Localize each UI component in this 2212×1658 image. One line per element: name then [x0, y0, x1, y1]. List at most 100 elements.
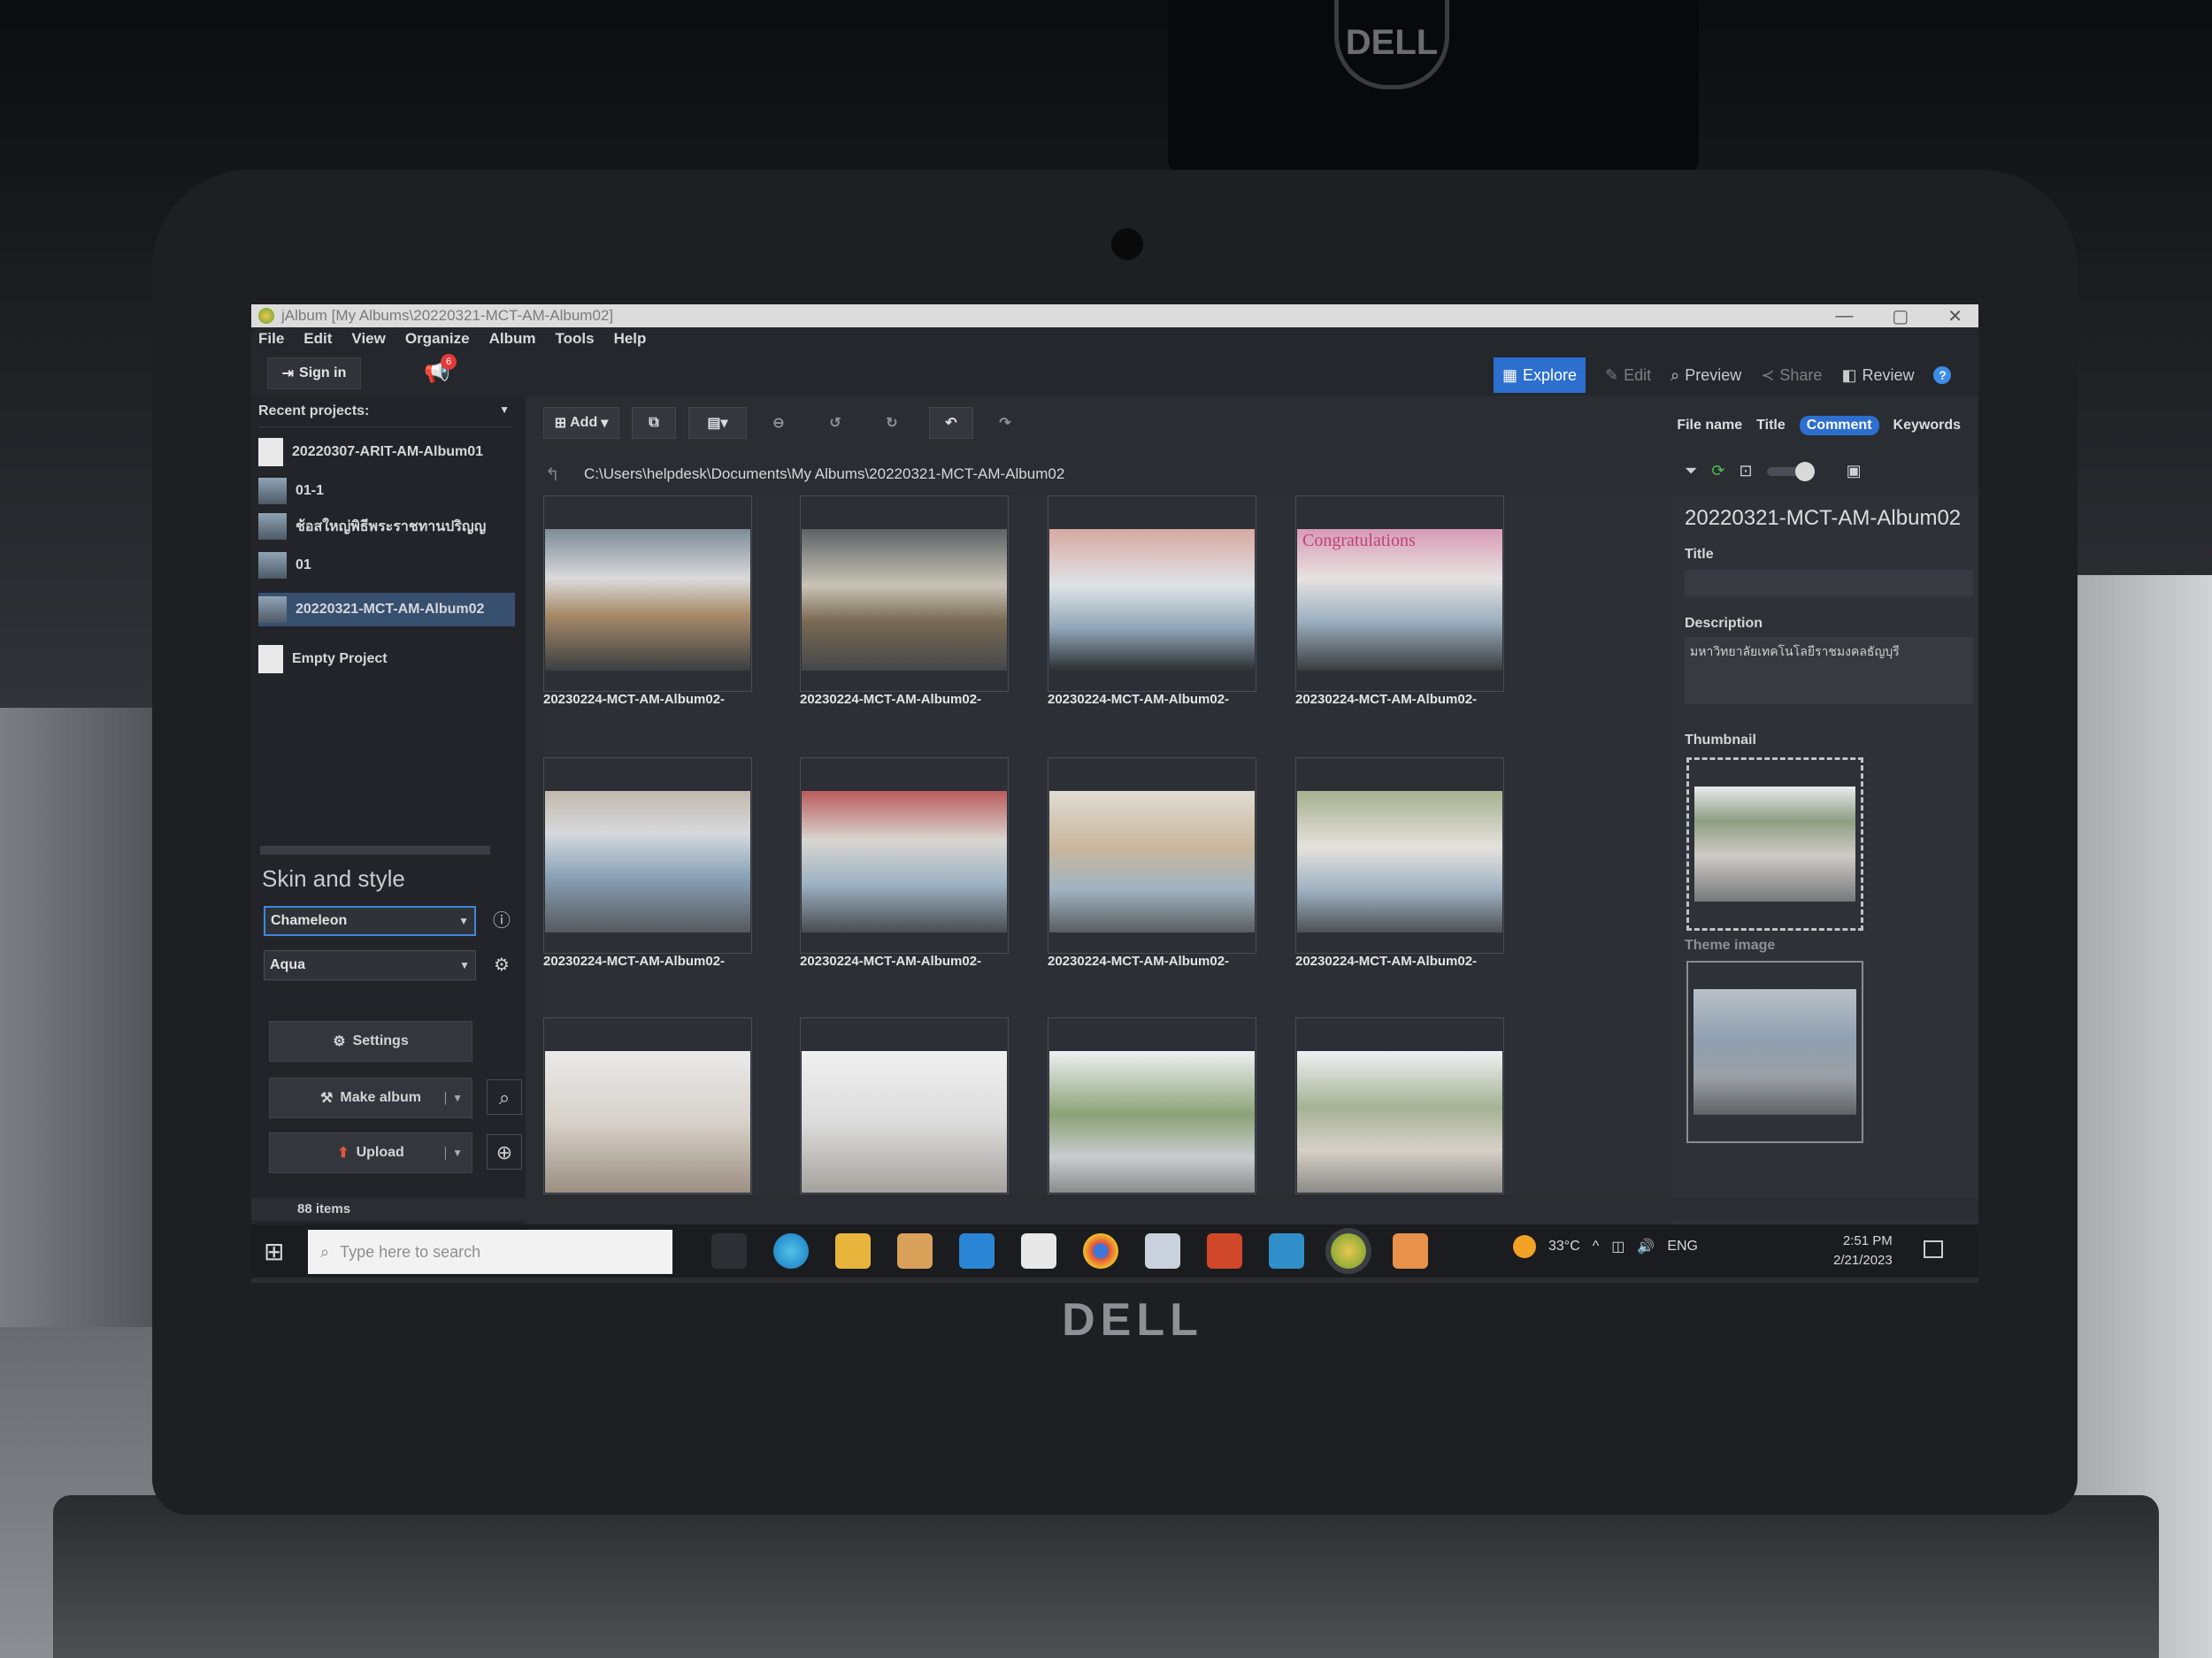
- sort-comment[interactable]: Comment: [1799, 416, 1879, 435]
- thumbnail-photo: [1694, 787, 1855, 902]
- zoom-slider-knob[interactable]: [1794, 462, 1815, 481]
- minimize-button[interactable]: —: [1835, 306, 1853, 326]
- thumbnail-item[interactable]: 20230224-MCT-AM-Album02-: [800, 495, 1012, 725]
- thumbnail-item[interactable]: Congratulations 20230224-MCT-AM-Album02-: [1295, 495, 1508, 725]
- chevron-down-icon[interactable]: │ ▼: [442, 1147, 463, 1159]
- thumbnail-item[interactable]: [543, 1017, 756, 1194]
- thumbnail-item[interactable]: 20230224-MCT-AM-Album02-: [543, 757, 756, 987]
- help-icon[interactable]: ?: [1933, 366, 1952, 384]
- info-icon[interactable]: ⓘ: [488, 908, 515, 934]
- sort-title[interactable]: Title: [1756, 418, 1786, 434]
- mail-icon[interactable]: [959, 1233, 995, 1269]
- task-view-icon[interactable]: [711, 1233, 747, 1269]
- notes-icon[interactable]: [1145, 1233, 1180, 1269]
- close-button[interactable]: ✕: [1947, 305, 1962, 327]
- folder-path[interactable]: C:\Users\helpdesk\Documents\My Albums\20…: [584, 462, 1681, 487]
- web-view-button[interactable]: ⊕: [487, 1134, 522, 1170]
- skin-select[interactable]: Chameleon ▼: [264, 906, 476, 936]
- maximize-button[interactable]: ▢: [1892, 305, 1909, 327]
- thumbnail-item[interactable]: 20230224-MCT-AM-Album02-: [1295, 757, 1508, 987]
- temperature[interactable]: 33°C: [1548, 1239, 1580, 1255]
- up-folder-icon[interactable]: ↰: [545, 464, 560, 486]
- hammer-icon: ⚒: [320, 1091, 334, 1106]
- thumbnail-item[interactable]: 20230224-MCT-AM-Album02-: [543, 495, 756, 725]
- project-label: 20220321-MCT-AM-Album02: [296, 602, 485, 617]
- menu-album[interactable]: Album: [489, 330, 536, 348]
- menu-tools[interactable]: Tools: [555, 330, 594, 348]
- new-folder-button[interactable]: ⧉: [632, 407, 676, 439]
- layout-icon[interactable]: ⊡: [1740, 462, 1753, 480]
- filter-icon[interactable]: ⏷: [1685, 462, 1697, 480]
- tab-preview[interactable]: ⌕ Preview: [1671, 366, 1741, 385]
- tab-review[interactable]: ◧ Review: [1841, 366, 1914, 385]
- photos-icon[interactable]: [1269, 1233, 1304, 1269]
- announcements-button[interactable]: 📢 6: [419, 354, 457, 386]
- style-select[interactable]: Aqua ▼: [264, 950, 476, 980]
- redo-button[interactable]: ↷: [986, 407, 1025, 439]
- zoom-slider[interactable]: [1766, 462, 1815, 481]
- thumbnail-item[interactable]: 20230224-MCT-AM-Album02-: [800, 757, 1012, 987]
- paint-icon[interactable]: [1393, 1233, 1428, 1269]
- document-icon[interactable]: [1021, 1233, 1056, 1269]
- album-thumbnail[interactable]: [1686, 757, 1863, 931]
- make-album-button[interactable]: ⚒ Make album │ ▼: [269, 1078, 472, 1118]
- file-explorer-icon[interactable]: [835, 1233, 871, 1269]
- thumbnail-photo: [1297, 791, 1502, 933]
- edge-icon[interactable]: [773, 1233, 809, 1269]
- powerpoint-icon[interactable]: [1207, 1233, 1242, 1269]
- sort-file-name[interactable]: File name: [1677, 418, 1742, 434]
- thumbnail-item[interactable]: [1048, 1017, 1260, 1194]
- chevron-up-icon[interactable]: ^: [1593, 1239, 1600, 1255]
- notifications-icon[interactable]: [1924, 1240, 1943, 1258]
- jalbum-icon[interactable]: [1331, 1233, 1366, 1269]
- thumbnail-item[interactable]: 20230224-MCT-AM-Album02-: [1048, 757, 1260, 987]
- new-text-button[interactable]: ▤▾: [688, 407, 747, 439]
- menu-file[interactable]: File: [258, 330, 284, 348]
- volume-icon[interactable]: 🔊: [1637, 1238, 1655, 1255]
- recent-project-item-selected[interactable]: 20220321-MCT-AM-Album02: [258, 593, 515, 626]
- refresh-icon[interactable]: ⟳: [1711, 462, 1724, 480]
- rotate-right-button[interactable]: ↻: [872, 407, 911, 439]
- gear-icon[interactable]: ⚙: [488, 952, 515, 979]
- store-icon[interactable]: [897, 1233, 933, 1269]
- recent-project-item[interactable]: 01: [258, 549, 515, 582]
- recent-project-item[interactable]: 20220307-ARIT-AM-Album01: [258, 435, 515, 469]
- taskbar-search[interactable]: ⌕ Type here to search: [308, 1230, 672, 1274]
- network-icon[interactable]: ◫: [1611, 1238, 1624, 1255]
- horizontal-scrollbar[interactable]: [260, 846, 490, 855]
- tab-share[interactable]: ≺ Share: [1761, 366, 1822, 385]
- recent-project-item[interactable]: ช้อสใหญ่พิธีพระราชทานปริญญ: [258, 510, 515, 543]
- thumbnail-item[interactable]: [800, 1017, 1012, 1194]
- upload-button[interactable]: ⬆ Upload │ ▼: [269, 1132, 472, 1173]
- chrome-icon[interactable]: [1083, 1233, 1118, 1269]
- settings-button[interactable]: ⚙ Settings: [269, 1021, 472, 1062]
- sort-keywords[interactable]: Keywords: [1893, 418, 1961, 434]
- recent-project-item[interactable]: Empty Project: [258, 642, 515, 676]
- add-button[interactable]: ⊞ Add ▾: [543, 407, 619, 439]
- language-indicator[interactable]: ENG: [1667, 1239, 1698, 1255]
- remove-button[interactable]: ⊖: [759, 407, 798, 439]
- weather-icon[interactable]: [1513, 1235, 1536, 1258]
- tab-edit[interactable]: ✎ Edit: [1605, 366, 1651, 385]
- chevron-down-icon[interactable]: ▼: [499, 403, 510, 416]
- recent-projects-header[interactable]: Recent projects: ▼: [258, 403, 513, 427]
- title-field[interactable]: [1685, 570, 1973, 596]
- rotate-left-button[interactable]: ↺: [816, 407, 855, 439]
- taskbar-clock[interactable]: 2:51 PM 2/21/2023: [1833, 1232, 1893, 1270]
- tab-explore[interactable]: ▦ Explore: [1494, 357, 1586, 393]
- menu-help[interactable]: Help: [614, 330, 647, 348]
- recent-project-item[interactable]: 01-1: [258, 474, 515, 508]
- sign-in-button[interactable]: ⇥ Sign in: [267, 357, 361, 389]
- windows-start-icon[interactable]: ⊞: [264, 1237, 290, 1265]
- description-field[interactable]: มหาวิทยาลัยเทคโนโลยีราชมงคลธัญบุรี: [1685, 637, 1973, 704]
- undo-button[interactable]: ↶: [929, 407, 973, 439]
- theme-image[interactable]: [1686, 961, 1863, 1143]
- thumbnail-item[interactable]: [1295, 1017, 1508, 1194]
- menu-organize[interactable]: Organize: [405, 330, 470, 348]
- thumbnail-item[interactable]: 20230224-MCT-AM-Album02-: [1048, 495, 1260, 725]
- preview-album-button[interactable]: ⌕: [487, 1079, 522, 1115]
- menu-view[interactable]: View: [351, 330, 385, 348]
- panel-toggle-icon[interactable]: ▣: [1847, 462, 1862, 480]
- menu-edit[interactable]: Edit: [303, 330, 332, 348]
- chevron-down-icon[interactable]: │ ▼: [442, 1092, 463, 1104]
